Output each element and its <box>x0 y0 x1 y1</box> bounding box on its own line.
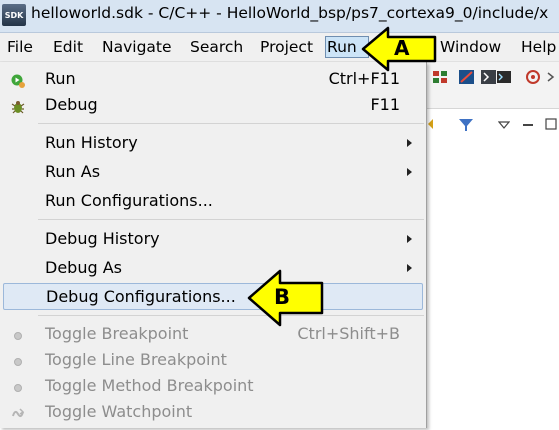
menu-edit[interactable]: Edit <box>52 37 84 57</box>
minimize-icon[interactable] <box>521 118 535 132</box>
menu-item-toggle-breakpoint[interactable]: Toggle Breakpoint Ctrl+Shift+B <box>2 321 422 347</box>
menu-item-debug-as[interactable]: Debug As <box>2 255 422 281</box>
menu-item-label: Toggle Watchpoint <box>45 402 193 421</box>
callout-a-label: A <box>394 36 410 60</box>
menu-item-debug-history[interactable]: Debug History <box>2 226 422 252</box>
toolbar-chevron-icon[interactable] <box>545 70 557 84</box>
menu-item-label: Debug History <box>45 229 160 248</box>
menu-item-label: Run <box>45 69 76 88</box>
menu-navigate[interactable]: Navigate <box>101 37 173 57</box>
menu-help[interactable]: Help <box>520 37 557 57</box>
menu-item-label: Toggle Line Breakpoint <box>45 350 227 369</box>
menu-item-toggle-watchpoint[interactable]: Toggle Watchpoint <box>2 399 422 425</box>
callout-a-arrow: A <box>360 26 440 72</box>
refresh-icon[interactable] <box>523 68 543 86</box>
menu-file[interactable]: File <box>6 37 34 57</box>
submenu-arrow-icon <box>407 264 412 272</box>
menu-separator <box>38 315 424 316</box>
terminal-icon[interactable] <box>495 68 513 86</box>
program-fpga-icon[interactable] <box>457 68 477 86</box>
maximize-icon[interactable] <box>544 116 558 132</box>
watchpoint-icon <box>10 404 26 420</box>
menu-separator <box>38 219 424 220</box>
submenu-arrow-icon <box>407 139 412 147</box>
menu-separator <box>38 123 424 124</box>
menu-item-label: Debug <box>45 95 98 114</box>
breakpoint-icon <box>10 352 26 368</box>
view-menu-icon[interactable] <box>497 118 511 132</box>
menu-item-label: Run History <box>45 133 138 152</box>
menu-bar: File Edit Navigate Search Project Run Wi… <box>0 33 559 62</box>
menu-item-toggle-method-breakpoint[interactable]: Toggle Method Breakpoint <box>2 373 422 399</box>
main-toolbar <box>427 62 559 131</box>
callout-b-label: B <box>274 285 291 309</box>
menu-item-debug[interactable]: Debug F11 <box>2 92 422 118</box>
breakpoint-icon <box>10 378 26 394</box>
filter-icon[interactable] <box>457 116 475 134</box>
menu-item-label: Run As <box>45 162 101 181</box>
title-bar: SDK helloworld.sdk - C/C++ - HelloWorld_… <box>0 0 559 33</box>
shortcut-label: F11 <box>370 95 400 114</box>
menu-window[interactable]: Window <box>439 37 502 57</box>
menu-item-label: Run Configurations... <box>45 191 213 210</box>
menu-item-toggle-line-breakpoint[interactable]: Toggle Line Breakpoint <box>2 347 422 373</box>
menu-search[interactable]: Search <box>189 37 244 57</box>
menu-item-label: Toggle Breakpoint <box>45 324 189 343</box>
breakpoint-icon <box>10 326 26 342</box>
menu-item-run[interactable]: Run Ctrl+F11 <box>2 66 422 92</box>
callout-b-arrow: B <box>246 268 326 328</box>
collapse-icon[interactable] <box>427 116 439 132</box>
menu-item-label: Toggle Method Breakpoint <box>45 376 254 395</box>
menu-item-label: Debug Configurations... <box>46 287 236 306</box>
run-icon <box>10 71 26 88</box>
menu-item-run-configurations[interactable]: Run Configurations... <box>2 188 422 214</box>
debug-icon <box>10 97 26 114</box>
submenu-arrow-icon <box>407 168 412 176</box>
sdk-logo-icon: SDK <box>2 4 26 26</box>
menu-item-label: Debug As <box>45 258 122 277</box>
menu-item-debug-configurations[interactable]: Debug Configurations... <box>3 283 423 310</box>
editor-area <box>427 62 559 428</box>
window-title: helloworld.sdk - C/C++ - HelloWorld_bsp/… <box>31 4 549 22</box>
run-menu-dropdown: Run Ctrl+F11 Debug F11 Run History Run A… <box>0 62 427 428</box>
submenu-arrow-icon <box>407 235 412 243</box>
menu-project[interactable]: Project <box>259 37 314 57</box>
menu-item-run-as[interactable]: Run As <box>2 159 422 185</box>
menu-item-run-history[interactable]: Run History <box>2 130 422 156</box>
